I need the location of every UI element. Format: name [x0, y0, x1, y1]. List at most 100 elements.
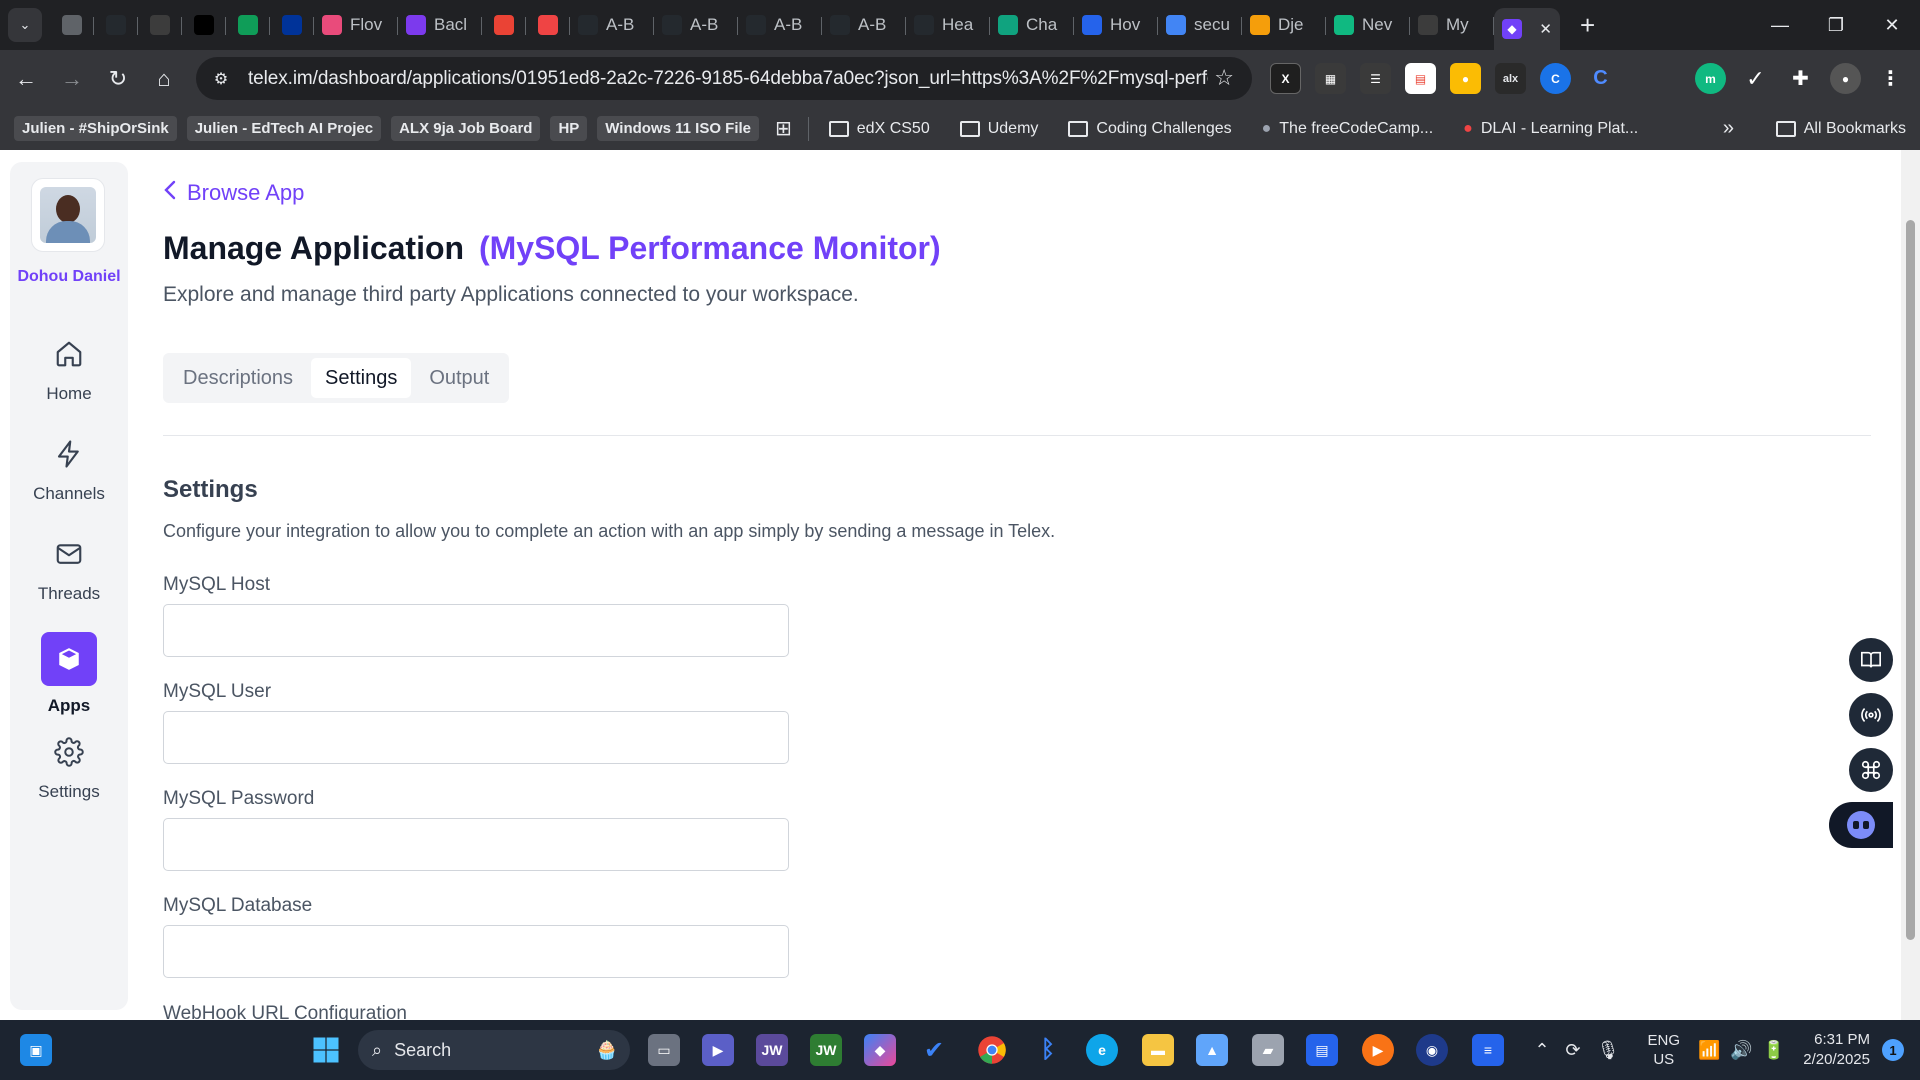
bookmark-folder[interactable]: Udemy: [950, 120, 1049, 138]
sidebar-item-channels[interactable]: Channels: [10, 434, 128, 504]
new-tab-button[interactable]: +: [1580, 10, 1595, 41]
apps-grid-icon[interactable]: ⊞: [769, 116, 798, 141]
wifi-icon[interactable]: 📶: [1698, 1040, 1720, 1061]
media-player-icon[interactable]: ▶: [1362, 1034, 1394, 1066]
browser-tab[interactable]: Flov: [314, 6, 398, 44]
bookmark-item[interactable]: Julien - #ShipOrSink: [14, 116, 177, 141]
photos-icon[interactable]: ▲: [1196, 1034, 1228, 1066]
remote-icon[interactable]: ▤: [1306, 1034, 1338, 1066]
volume-icon[interactable]: 🔊: [1730, 1040, 1752, 1061]
sidebar-item-settings[interactable]: Settings: [10, 732, 128, 802]
address-bar[interactable]: ⚙ telex.im/dashboard/applications/01951e…: [196, 57, 1252, 100]
bookmark-item[interactable]: HP: [550, 116, 588, 141]
browser-tab[interactable]: A-B: [822, 6, 906, 44]
browser-tab[interactable]: [50, 6, 94, 44]
browser-tab[interactable]: Nev: [1326, 6, 1410, 44]
bookmark-item[interactable]: ● The freeCodeCamp...: [1252, 120, 1444, 138]
browser-tab[interactable]: Bacl: [398, 6, 482, 44]
avatar[interactable]: [31, 178, 105, 252]
notepad-icon[interactable]: ≡: [1472, 1034, 1504, 1066]
browser-tab[interactable]: A-B: [570, 6, 654, 44]
bookmark-folder[interactable]: Coding Challenges: [1058, 120, 1241, 138]
browser-tab[interactable]: [270, 6, 314, 44]
profile-avatar[interactable]: ●: [1830, 63, 1861, 94]
windows-start-icon[interactable]: [310, 1034, 342, 1066]
teams-icon[interactable]: ▶: [702, 1034, 734, 1066]
bookmark-item[interactable]: ALX 9ja Job Board: [391, 116, 541, 141]
browser-menu-icon[interactable]: ⋮: [1875, 63, 1906, 94]
page-scrollbar[interactable]: [1901, 150, 1920, 1020]
taskbar-search[interactable]: ⌕ Search 🧁: [358, 1030, 630, 1070]
mysql-database-input[interactable]: [163, 925, 789, 978]
tab-settings[interactable]: Settings: [311, 358, 412, 398]
jw-library-icon[interactable]: JW: [756, 1034, 788, 1066]
sidebar-item-threads[interactable]: Threads: [10, 534, 128, 604]
browser-tab[interactable]: Hea: [906, 6, 990, 44]
command-icon[interactable]: [1849, 748, 1893, 792]
bookmark-item[interactable]: Julien - EdTech AI Projec: [186, 116, 382, 141]
puzzle-extensions-icon[interactable]: ✚: [1785, 63, 1816, 94]
browser-tab[interactable]: Hov: [1074, 6, 1158, 44]
language-indicator[interactable]: ENG US: [1647, 1031, 1680, 1069]
vpn-icon[interactable]: ◉: [1416, 1034, 1448, 1066]
alx-ext-icon[interactable]: alx: [1495, 63, 1526, 94]
c-ext-icon[interactable]: C: [1585, 63, 1616, 94]
browser-tab[interactable]: [482, 6, 526, 44]
broadcast-icon[interactable]: [1849, 693, 1893, 737]
all-bookmarks[interactable]: All Bookmarks: [1775, 107, 1906, 150]
check-ext-icon[interactable]: ✓: [1740, 63, 1771, 94]
active-tab[interactable]: ◆ ✕: [1494, 8, 1560, 50]
edge-icon[interactable]: e: [1086, 1034, 1118, 1066]
browser-tab[interactable]: A-B: [738, 6, 822, 44]
browser-tab[interactable]: A-B: [654, 6, 738, 44]
browser-tab[interactable]: [138, 6, 182, 44]
back-icon[interactable]: ←: [6, 59, 46, 99]
scrollbar-thumb[interactable]: [1906, 220, 1915, 940]
browser-tab[interactable]: Dje: [1242, 6, 1326, 44]
more-bookmarks-icon[interactable]: »: [1723, 107, 1734, 150]
copilot-icon[interactable]: ◆: [864, 1034, 896, 1066]
url-text[interactable]: telex.im/dashboard/applications/01951ed8…: [248, 68, 1208, 90]
m-ext-icon[interactable]: m: [1695, 63, 1726, 94]
chrome-icon[interactable]: [976, 1034, 1008, 1066]
sidebar-item-home[interactable]: Home: [10, 334, 128, 404]
bookmark-folder[interactable]: edX CS50: [819, 120, 940, 138]
bookmark-item[interactable]: ● DLAI - Learning Plat...: [1453, 120, 1648, 138]
browser-tab[interactable]: [94, 6, 138, 44]
mysql-user-input[interactable]: [163, 711, 789, 764]
bookmark-item[interactable]: Windows 11 ISO File: [597, 116, 760, 141]
tools-ext-icon[interactable]: ☰: [1360, 63, 1391, 94]
tab-search-button[interactable]: ⌄: [8, 8, 42, 42]
chevron-up-icon[interactable]: ⌃: [1534, 1040, 1549, 1061]
restore-icon[interactable]: ❐: [1808, 0, 1864, 50]
mysql-password-input[interactable]: [163, 818, 789, 871]
app-icon[interactable]: ▰: [1252, 1034, 1284, 1066]
bookmark-star-icon[interactable]: ☆: [1214, 65, 1234, 91]
browse-app-link[interactable]: Browse App: [163, 180, 304, 206]
todo-icon[interactable]: ✔: [918, 1034, 950, 1066]
excel-ext-icon[interactable]: X: [1270, 63, 1301, 94]
microphone-icon[interactable]: 🎙: [1597, 1040, 1620, 1061]
calc-ext-icon[interactable]: ▦: [1315, 63, 1346, 94]
close-tab-icon[interactable]: ✕: [1539, 20, 1552, 38]
bluetooth-icon[interactable]: ᛒ: [1032, 1034, 1064, 1066]
close-window-icon[interactable]: ✕: [1864, 0, 1920, 50]
battery-icon[interactable]: 🔋: [1763, 1040, 1785, 1061]
widgets-icon[interactable]: ▣: [20, 1034, 52, 1066]
sync-icon[interactable]: ⟳: [1566, 1040, 1581, 1061]
forward-icon[interactable]: →: [52, 59, 92, 99]
browser-tab[interactable]: Cha: [990, 6, 1074, 44]
minimize-icon[interactable]: ―: [1752, 0, 1808, 50]
jw-app-icon[interactable]: JW: [810, 1034, 842, 1066]
file-explorer-icon[interactable]: ▬: [1142, 1034, 1174, 1066]
notes-ext-icon[interactable]: ▤: [1405, 63, 1436, 94]
home-browser-icon[interactable]: ⌂: [144, 59, 184, 99]
browser-tab[interactable]: [226, 6, 270, 44]
site-info-icon[interactable]: ⚙: [206, 69, 236, 89]
chatbot-button[interactable]: [1829, 802, 1893, 848]
mysql-host-input[interactable]: [163, 604, 789, 657]
keep-ext-icon[interactable]: ●: [1450, 63, 1481, 94]
sidebar-item-apps[interactable]: Apps: [10, 632, 128, 716]
browser-tab[interactable]: secu: [1158, 6, 1242, 44]
tab-descriptions[interactable]: Descriptions: [169, 358, 307, 398]
